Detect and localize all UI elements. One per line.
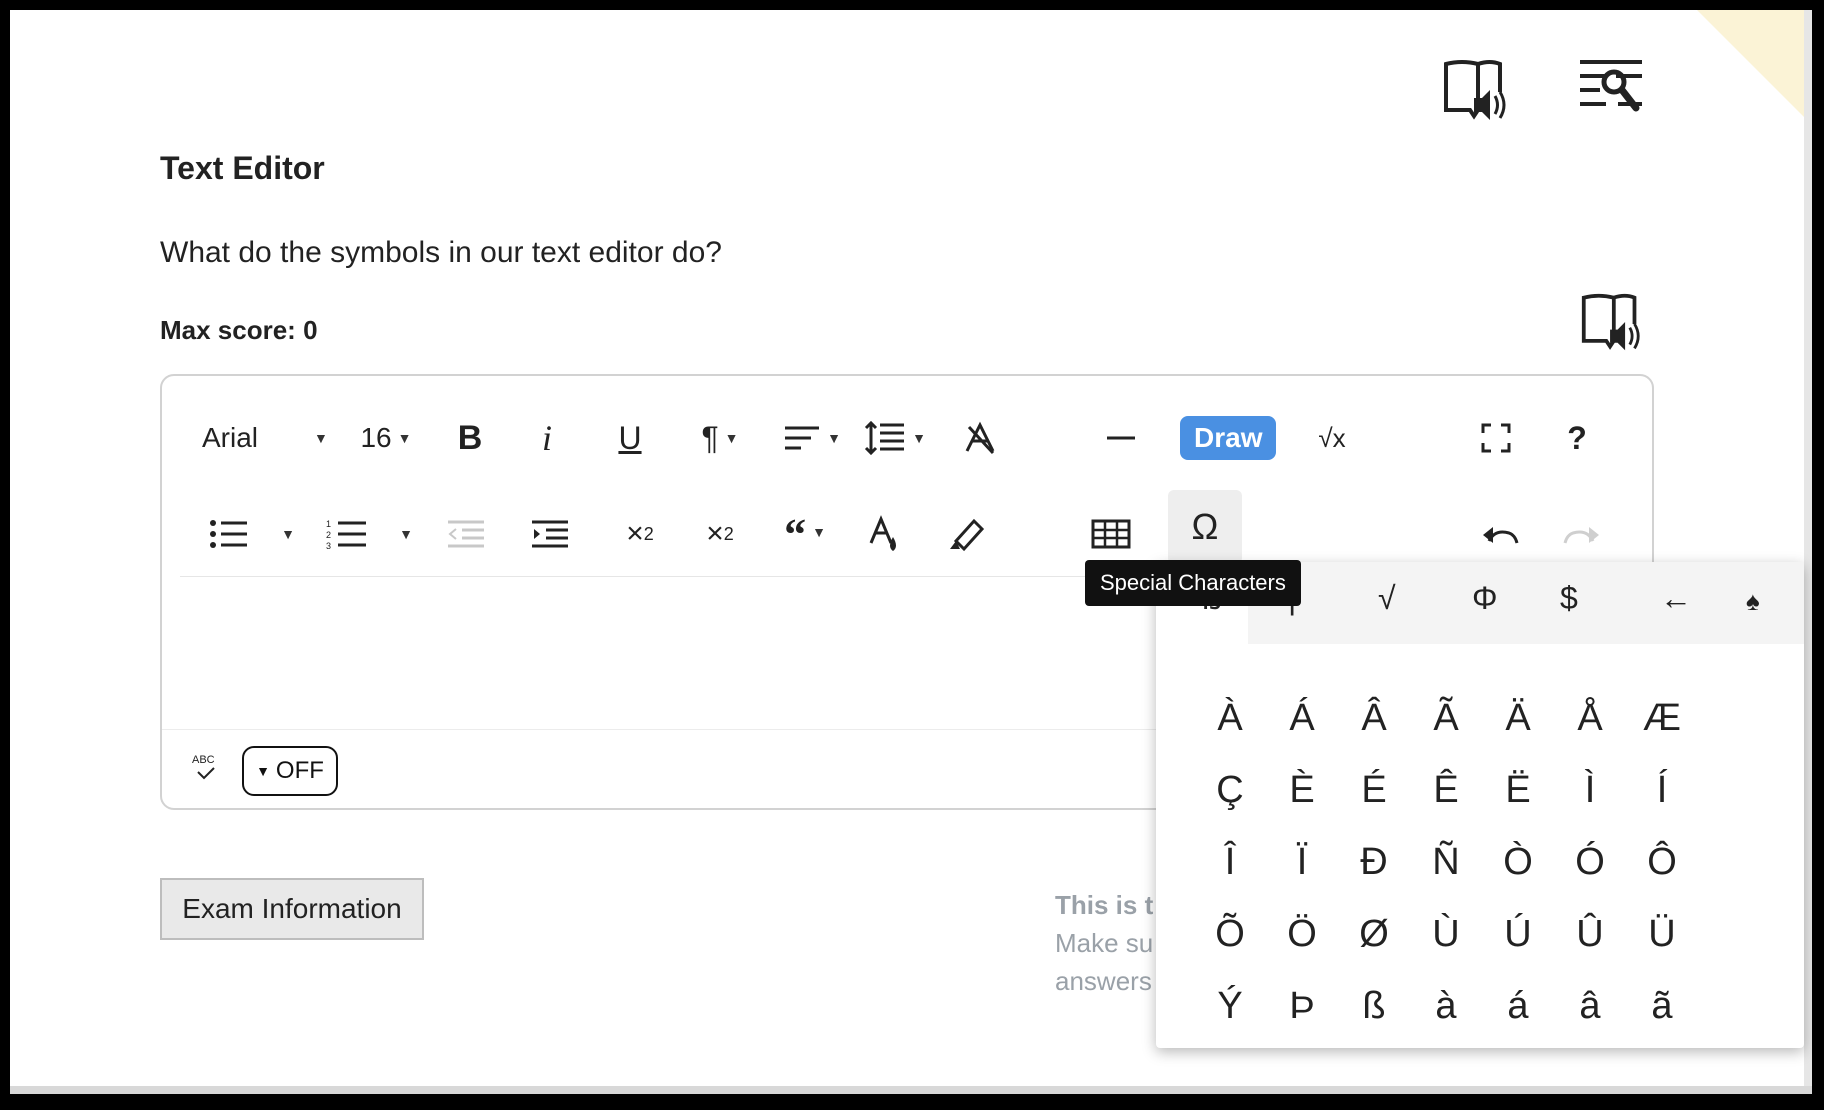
special-char-cell[interactable]: Û [1554, 898, 1626, 970]
numbered-list-icon[interactable]: 123 [324, 510, 370, 558]
category-tab-arrows[interactable]: ← [1660, 580, 1692, 617]
indent-icon[interactable] [528, 512, 572, 556]
special-char-cell[interactable]: Î [1194, 826, 1266, 898]
math-equation-icon[interactable]: √x [1310, 416, 1354, 460]
special-char-cell[interactable]: Ò [1482, 826, 1554, 898]
special-char-cell[interactable]: Ü [1626, 898, 1698, 970]
text-magnifier-icon[interactable] [1576, 58, 1646, 120]
special-char-cell[interactable]: Ô [1626, 826, 1698, 898]
text-color-icon[interactable] [866, 510, 906, 560]
special-char-cell[interactable]: Ï [1266, 826, 1338, 898]
special-char-cell[interactable]: Æ [1626, 682, 1698, 754]
chevron-down-icon: ▼ [314, 430, 328, 446]
bullet-list-options-icon[interactable]: ▼ [276, 512, 300, 556]
special-char-cell[interactable]: Ú [1482, 898, 1554, 970]
chevron-down-icon: ▼ [397, 430, 412, 446]
font-family-dropdown[interactable]: Arial ▼ [202, 416, 342, 460]
category-tab-symbols[interactable]: ♠ [1746, 586, 1760, 617]
special-char-cell[interactable]: Ñ [1410, 826, 1482, 898]
special-char-cell[interactable]: È [1266, 754, 1338, 826]
special-char-cell[interactable]: á [1482, 970, 1554, 1042]
category-tab-currency[interactable]: $ [1560, 580, 1578, 617]
special-char-cell[interactable]: Ê [1410, 754, 1482, 826]
font-size-dropdown[interactable]: 16 ▼ [354, 416, 418, 460]
chevron-down-icon: ▼ [256, 763, 270, 779]
clear-formatting-icon[interactable] [960, 416, 1000, 460]
underline-icon[interactable]: U [610, 414, 650, 462]
superscript-icon[interactable]: × 2 [698, 510, 742, 558]
special-char-cell[interactable]: ß [1338, 970, 1410, 1042]
special-char-cell[interactable]: à [1410, 970, 1482, 1042]
omega-icon: Ω [1191, 506, 1219, 547]
highlighter-icon[interactable] [946, 510, 990, 558]
max-score: Max score: 0 [160, 315, 318, 345]
category-tab-greek[interactable]: Φ [1472, 580, 1498, 617]
redo-icon[interactable] [1562, 512, 1602, 556]
question-text: What do the symbols in our text editor d… [160, 236, 722, 269]
special-char-cell[interactable]: â [1554, 970, 1626, 1042]
special-characters-button[interactable]: Ω [1168, 490, 1242, 564]
special-char-cell[interactable]: Ã [1410, 682, 1482, 754]
help-icon[interactable]: ? [1562, 416, 1592, 460]
font-size-value: 16 [360, 422, 392, 453]
bold-icon[interactable]: B [450, 416, 490, 460]
spellcheck-icon: ABC [192, 754, 216, 783]
special-char-cell[interactable]: ã [1626, 970, 1698, 1042]
special-char-cell[interactable]: Ö [1266, 898, 1338, 970]
undo-icon[interactable] [1480, 512, 1520, 556]
svg-text:2: 2 [326, 530, 331, 540]
spellcheck-toggle[interactable]: ▼ OFF [242, 746, 338, 796]
special-char-cell[interactable]: Ð [1338, 826, 1410, 898]
page-title: Text Editor [160, 150, 325, 186]
special-char-cell[interactable]: Â [1338, 682, 1410, 754]
special-char-cell[interactable]: Ù [1410, 898, 1482, 970]
special-char-cell[interactable]: Ø [1338, 898, 1410, 970]
category-bar [1248, 562, 1804, 644]
special-characters-panel: ß | √ Φ $ ← ♠ ÀÁÂÃÄÅÆÇÈÉÊËÌÍÎÏÐÑÒÓÔÕÖØÙÚ… [1156, 562, 1804, 1048]
numbered-list-options-icon[interactable]: ▼ [394, 512, 418, 556]
horizontal-line-icon[interactable] [1104, 416, 1138, 460]
special-characters-tooltip: Special Characters [1085, 560, 1301, 606]
blockquote-icon[interactable]: “▼ [774, 510, 836, 559]
special-char-cell[interactable]: Ä [1482, 682, 1554, 754]
special-char-cell[interactable]: Þ [1266, 970, 1338, 1042]
bottom-edge [10, 1086, 1812, 1094]
read-aloud-page-icon[interactable] [1440, 58, 1510, 124]
draw-button[interactable]: Draw [1180, 402, 1277, 474]
special-char-cell[interactable]: Ó [1554, 826, 1626, 898]
read-aloud-question-icon[interactable] [1578, 292, 1644, 354]
special-char-cell[interactable]: É [1338, 754, 1410, 826]
special-char-cell[interactable]: Á [1266, 682, 1338, 754]
fullscreen-icon[interactable] [1478, 418, 1514, 458]
note-line-1: This is t [1055, 890, 1154, 920]
align-icon[interactable]: ▼ [780, 416, 844, 460]
outdent-icon[interactable] [444, 512, 488, 556]
special-char-cell[interactable]: Å [1554, 682, 1626, 754]
special-char-cell[interactable]: Ì [1554, 754, 1626, 826]
corner-flag [1697, 10, 1812, 125]
note-line-2: Make su [1055, 928, 1154, 958]
svg-text:3: 3 [326, 541, 331, 550]
note-line-3: answers [1055, 966, 1152, 996]
draw-label: Draw [1180, 416, 1277, 460]
special-char-cell[interactable]: Ý [1194, 970, 1266, 1042]
line-height-icon[interactable]: ▼ [862, 414, 928, 462]
exam-information-button[interactable]: Exam Information [160, 878, 424, 940]
italic-icon[interactable]: i [532, 416, 562, 460]
app-window: Text Editor What do the symbols in our t… [10, 10, 1812, 1094]
character-grid: ÀÁÂÃÄÅÆ ÇÈÉÊËÌÍ ÎÏÐÑÒÓÔ ÕÖØÙÚÛÜ ÝÞßàáâã [1194, 682, 1698, 1042]
bullet-list-icon[interactable] [206, 512, 252, 556]
font-family-value: Arial [202, 422, 259, 453]
special-char-cell[interactable]: Ë [1482, 754, 1554, 826]
category-tab-math[interactable]: √ [1378, 580, 1396, 617]
paragraph-format-icon[interactable]: ¶ ▼ [692, 416, 748, 460]
special-char-cell[interactable]: Ç [1194, 754, 1266, 826]
right-edge [1804, 10, 1812, 1094]
special-char-cell[interactable]: Í [1626, 754, 1698, 826]
special-char-cell[interactable]: Õ [1194, 898, 1266, 970]
table-icon[interactable] [1088, 512, 1134, 556]
special-char-cell[interactable]: À [1194, 682, 1266, 754]
subscript-icon[interactable]: × 2 [618, 510, 662, 558]
svg-text:1: 1 [326, 519, 331, 529]
